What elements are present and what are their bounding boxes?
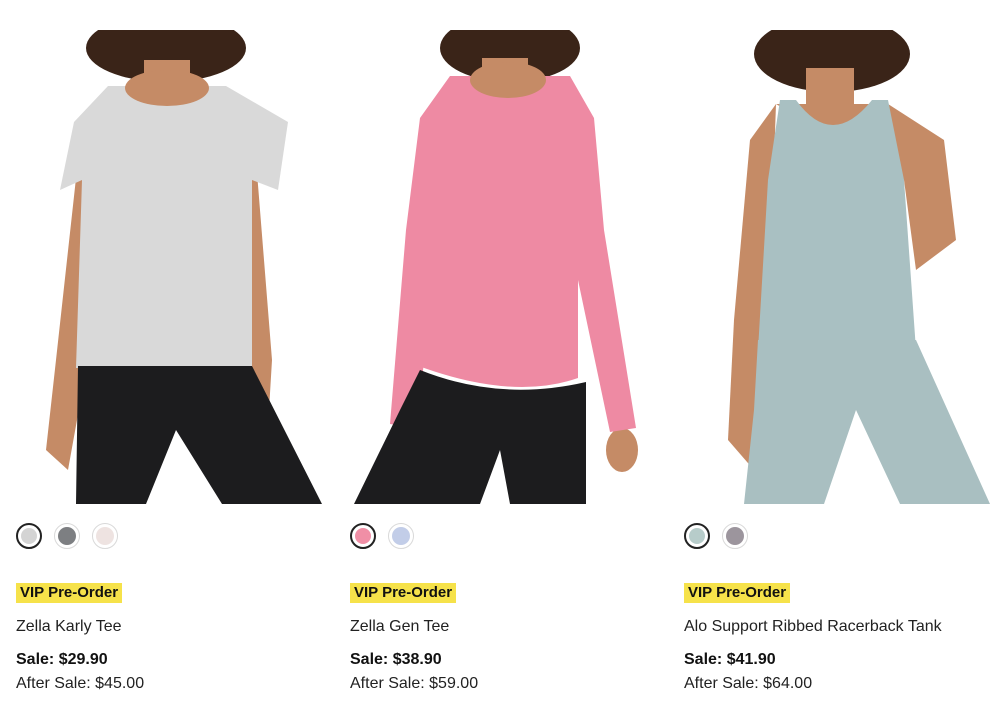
- color-swatch[interactable]: [92, 523, 118, 549]
- color-swatches: [350, 523, 414, 549]
- product-grid: VIP Pre-Order Zella Karly Tee Sale: $29.…: [0, 0, 1000, 707]
- color-swatches: [684, 523, 748, 549]
- model-photo-long-sleeve: [350, 30, 662, 504]
- color-swatch[interactable]: [54, 523, 80, 549]
- after-sale-price: After Sale: $45.00: [16, 675, 145, 692]
- product-name-link[interactable]: Zella Gen Tee: [350, 617, 449, 637]
- sale-price: Sale: $38.90: [350, 651, 442, 668]
- after-sale-price: After Sale: $64.00: [684, 675, 813, 692]
- color-swatch[interactable]: [722, 523, 748, 549]
- vip-preorder-badge: VIP Pre-Order: [16, 583, 123, 603]
- color-swatch-selected[interactable]: [16, 523, 42, 549]
- model-photo-tee: [16, 30, 328, 504]
- product-image[interactable]: [350, 30, 662, 504]
- product-name-link[interactable]: Alo Support Ribbed Racerback Tank: [684, 617, 942, 637]
- vip-preorder-badge: VIP Pre-Order: [684, 583, 791, 603]
- after-sale-price: After Sale: $59.00: [350, 675, 479, 692]
- sale-price: Sale: $41.90: [684, 651, 776, 668]
- product-name-link[interactable]: Zella Karly Tee: [16, 617, 122, 637]
- color-swatches: [16, 523, 118, 549]
- model-photo-tank: [684, 30, 996, 504]
- color-swatch-selected[interactable]: [684, 523, 710, 549]
- vip-preorder-badge: VIP Pre-Order: [350, 583, 457, 603]
- product-image[interactable]: [16, 30, 328, 504]
- product-image[interactable]: [684, 30, 996, 504]
- color-swatch[interactable]: [388, 523, 414, 549]
- color-swatch-selected[interactable]: [350, 523, 376, 549]
- sale-price: Sale: $29.90: [16, 651, 108, 668]
